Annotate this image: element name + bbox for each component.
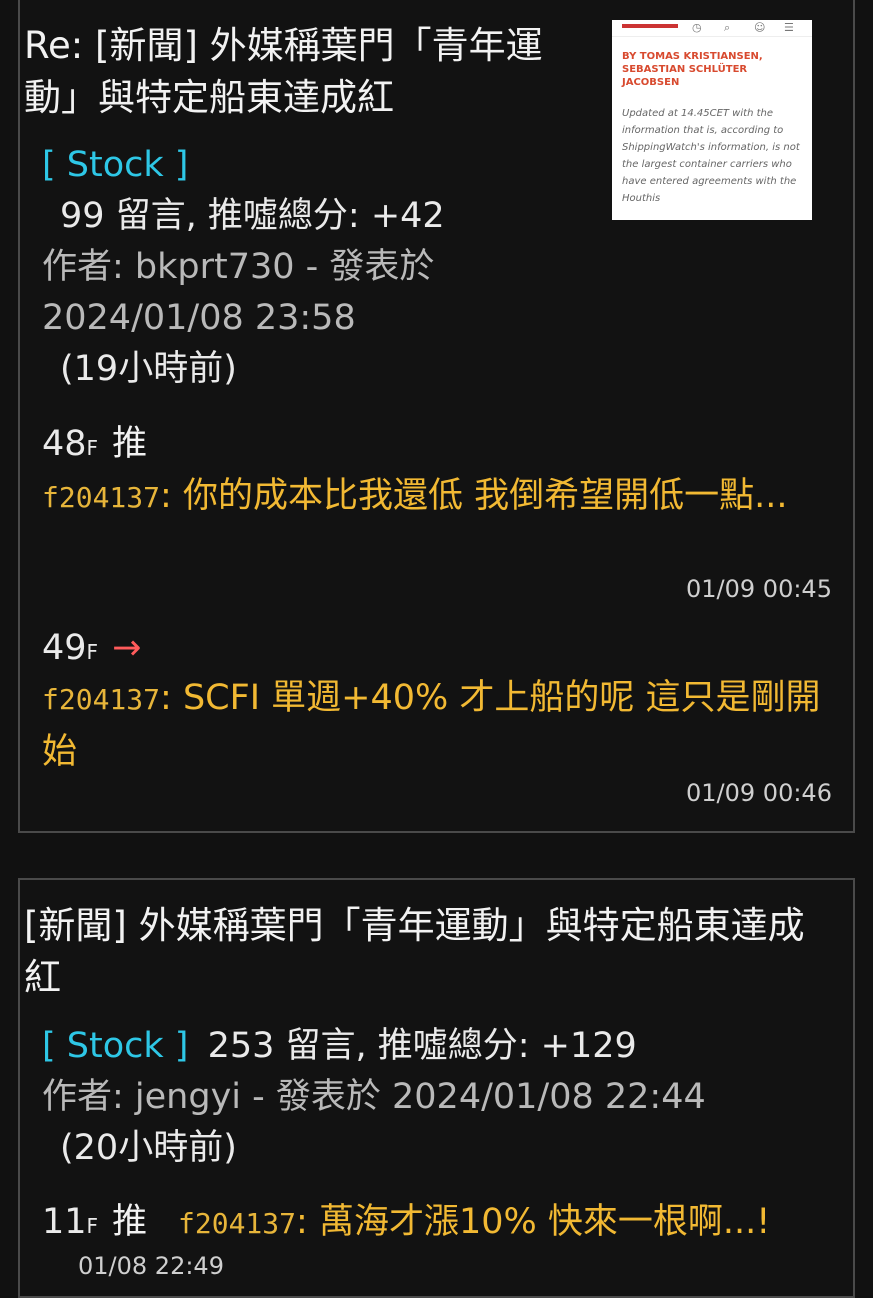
arrow-tag: → [112, 628, 142, 668]
comment-user[interactable]: f204137 [42, 683, 160, 716]
thumbnail-toolbar: ◷ ⌕ ☺ ☰ [612, 20, 812, 37]
board-tag[interactable]: [ Stock ] [42, 1026, 188, 1066]
menu-icon: ☰ [784, 21, 794, 34]
post-date: 2024/01/08 23:58 [42, 298, 356, 338]
comment-count: 99 留言, 推噓總分: +42 [60, 196, 445, 236]
post-age: (19小時前) [60, 349, 237, 389]
floor-suffix: F [86, 640, 99, 664]
floor-number: 49 [42, 628, 87, 668]
thumbnail-byline: BY TOMAS KRISTIANSEN, SEBASTIAN SCHLÜTER… [622, 51, 763, 88]
post-title[interactable]: Re: [新聞] 外媒稱葉門「青年運動」與特定船東達成紅 [24, 20, 594, 124]
site-logo [622, 24, 678, 28]
author-line: 作者: jengyi - 發表於 2024/01/08 22:44 [42, 1077, 706, 1117]
comment-user[interactable]: f204137 [178, 1207, 296, 1240]
article-thumbnail[interactable]: ◷ ⌕ ☺ ☰ BY TOMAS KRISTIANSEN, SEBASTIAN … [612, 20, 812, 220]
comment-count: 253 留言, 推噓總分: +129 [207, 1026, 637, 1066]
floor-number: 11 [42, 1202, 87, 1242]
floor-suffix: F [86, 436, 99, 460]
comment-separator: : [160, 476, 183, 516]
author-line: 作者: bkprt730 - 發表於 [42, 247, 435, 287]
user-icon: ☺ [754, 21, 766, 34]
post-age: (20小時前) [60, 1128, 237, 1168]
clock-icon: ◷ [692, 21, 702, 34]
comment-floor: 49F → [42, 628, 141, 672]
comment-floor: 48F 推 [42, 424, 147, 468]
comment-text: f204137: 萬海才漲10% 快來一根啊...! [178, 1196, 770, 1250]
floor-number: 48 [42, 424, 87, 464]
comment-text: f204137: SCFI 單週+40% 才上船的呢 這只是剛開始 [42, 672, 832, 778]
post2-meta-line: [ Stock ] 253 留言, 推噓總分: +129 [42, 1020, 637, 1072]
comment-time: 01/09 00:46 [686, 779, 832, 807]
push-tag: 推 [112, 1202, 148, 1242]
thumbnail-body: Updated at 14.45CET with the information… [622, 108, 800, 204]
search-icon: ⌕ [724, 21, 731, 34]
comment-text: f204137: 你的成本比我還低 我倒希望開低一點... [42, 470, 832, 524]
comment-time: 01/09 00:45 [686, 575, 832, 603]
comment-time: 01/08 22:49 [78, 1252, 224, 1280]
comment-separator: : [296, 1202, 319, 1242]
floor-suffix: F [86, 1214, 99, 1238]
comment-body: 萬海才漲10% 快來一根啊...! [318, 1202, 771, 1242]
comment-body: 你的成本比我還低 我倒希望開低一點... [182, 476, 788, 516]
comment-user[interactable]: f204137 [42, 481, 160, 514]
comment-separator: : [160, 678, 183, 718]
board-tag[interactable]: [ Stock ] [42, 139, 188, 191]
comment-floor: 11F 推 [42, 1202, 147, 1246]
post-title[interactable]: [新聞] 外媒稱葉門「青年運動」與特定船東達成紅 [24, 900, 814, 1004]
push-tag: 推 [112, 424, 148, 464]
